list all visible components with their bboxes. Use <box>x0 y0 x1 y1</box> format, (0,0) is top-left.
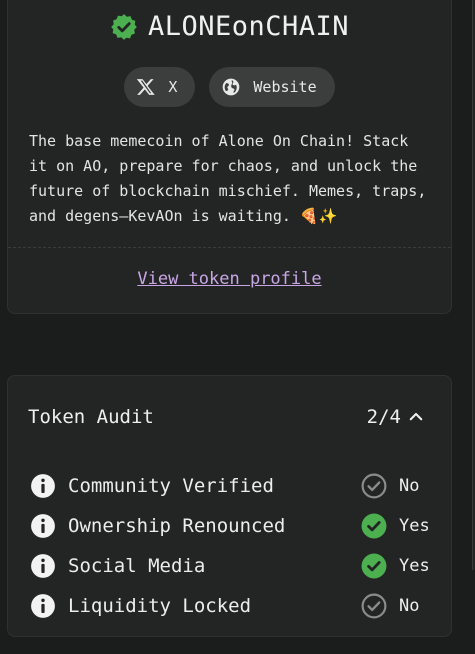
social-links: X Website <box>8 67 451 107</box>
globe-icon <box>221 77 241 97</box>
audit-status: No <box>399 476 420 496</box>
check-circle-filled-icon <box>361 513 387 539</box>
chevron-up-icon <box>407 408 425 426</box>
audit-row-community-verified: Community Verified No <box>30 466 431 506</box>
token-page: ALONEonCHAIN X Website The base memecoin… <box>0 0 475 654</box>
audit-score: 2/4 <box>366 406 401 428</box>
token-name-row: ALONEonCHAIN <box>8 11 451 42</box>
x-link-label: X <box>168 78 178 96</box>
audit-row-ownership-renounced: Ownership Renounced Yes <box>30 506 431 546</box>
check-circle-outline-icon <box>361 473 387 499</box>
audit-header: Token Audit 2/4 <box>28 406 425 428</box>
token-description: The base memecoin of Alone On Chain! Sta… <box>29 132 427 225</box>
check-circle-outline-icon <box>361 593 387 619</box>
x-link-button[interactable]: X <box>124 67 196 107</box>
audit-title: Token Audit <box>28 406 154 428</box>
audit-row-liquidity-locked: Liquidity Locked No <box>30 586 431 626</box>
info-icon[interactable] <box>30 593 56 619</box>
info-icon[interactable] <box>30 553 56 579</box>
audit-label: Liquidity Locked <box>68 595 252 617</box>
audit-label: Ownership Renounced <box>68 515 286 537</box>
website-link-label: Website <box>253 78 317 96</box>
check-circle-filled-icon <box>361 553 387 579</box>
info-icon[interactable] <box>30 473 56 499</box>
x-logo-icon <box>136 77 156 97</box>
audit-list: Community Verified No Ownership Renounce… <box>30 466 431 626</box>
audit-label: Community Verified <box>68 475 274 497</box>
audit-status: No <box>399 596 420 616</box>
token-card: ALONEonCHAIN X Website The base memecoin… <box>7 0 452 314</box>
token-name: ALONEonCHAIN <box>147 11 350 42</box>
audit-label: Social Media <box>68 555 206 577</box>
view-token-profile-link[interactable]: View token profile <box>8 269 451 289</box>
info-icon[interactable] <box>30 513 56 539</box>
audit-status: Yes <box>399 516 430 536</box>
audit-status: Yes <box>399 556 430 576</box>
token-audit-card: Token Audit 2/4 Community Verified No Ow… <box>7 375 452 637</box>
audit-toggle-button[interactable]: 2/4 <box>367 406 425 428</box>
card-divider <box>8 247 451 248</box>
website-link-button[interactable]: Website <box>209 67 335 107</box>
verified-badge-icon <box>110 13 138 41</box>
audit-row-social-media: Social Media Yes <box>30 546 431 586</box>
